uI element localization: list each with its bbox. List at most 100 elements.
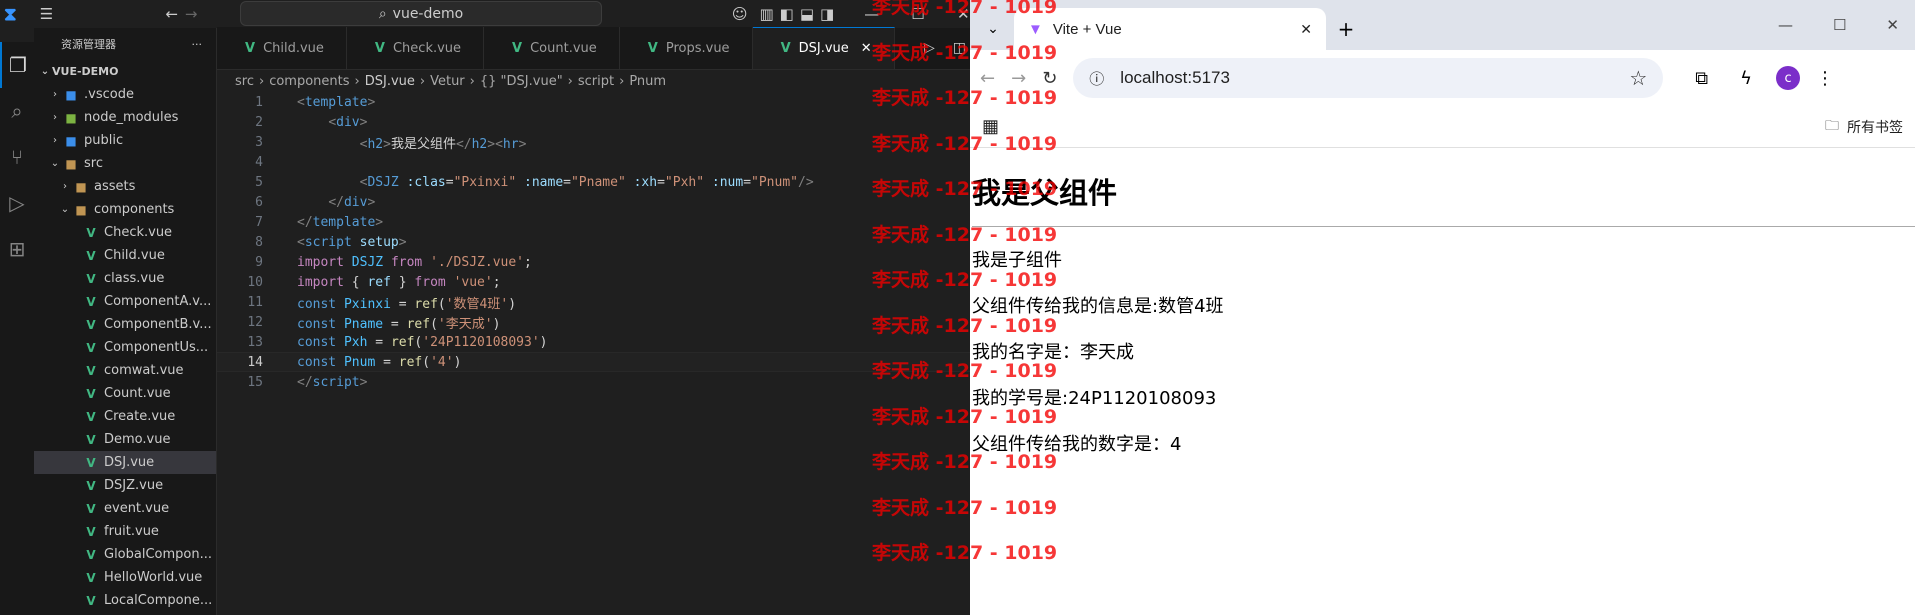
code-text: </template>: [263, 215, 383, 230]
tree-root[interactable]: ⌄ VUE-DEMO: [34, 60, 216, 83]
tab-search-icon[interactable]: ⌄: [978, 8, 1008, 50]
tree-item[interactable]: V DSJZ.vue: [34, 474, 216, 497]
tree-item[interactable]: V DSJ.vue: [34, 451, 216, 474]
extensions-icon[interactable]: ⧉: [1695, 68, 1708, 89]
tree-item[interactable]: V HelloWorld.vue: [34, 566, 216, 589]
toggle-sidebar-icon[interactable]: ◧: [780, 3, 794, 25]
editor-tab[interactable]: V Check.vue: [346, 27, 485, 69]
layout-icon[interactable]: ▥: [759, 3, 773, 25]
breadcrumb-item[interactable]: DSJ.vue: [365, 74, 415, 89]
editor-tab-label: Props.vue: [665, 40, 730, 56]
page-heading: 我是父组件: [972, 176, 1118, 210]
command-center[interactable]: ⌕ vue-demo: [240, 1, 602, 26]
tree-item[interactable]: › ■ assets: [34, 175, 216, 198]
close-window-icon[interactable]: ✕: [1886, 16, 1899, 34]
divider: [972, 226, 1915, 227]
code-line: 3 <h2>我是父组件</h2><hr>: [217, 132, 970, 152]
editor-tab[interactable]: V Count.vue: [484, 27, 620, 69]
vite-favicon-icon: ▼: [1028, 20, 1043, 38]
browser-toolbar: ← → ↻ ⓘ localhost:5173 ☆ ⧉ ϟ c ⋮: [970, 50, 1915, 106]
tree-item[interactable]: ⌄ ■ components: [34, 198, 216, 221]
tree-item[interactable]: Vclass.vue: [34, 267, 216, 290]
toggle-secondary-sidebar-icon[interactable]: ◨: [820, 3, 834, 25]
code-editor[interactable]: 1 <template> 2 <div> 3 <h2>我是父组件</h2><hr> 4 5…: [217, 92, 970, 392]
tree-item[interactable]: V LocalCompone...: [34, 589, 216, 612]
tree-item[interactable]: V Check.vue: [34, 221, 216, 244]
performance-icon[interactable]: ϟ: [1740, 68, 1752, 89]
vue-file-icon: V: [86, 478, 96, 493]
tree-item[interactable]: V ComponentA.v...: [34, 290, 216, 313]
editor-tab[interactable]: V Child.vue: [217, 27, 347, 69]
extensions-icon[interactable]: ⊞: [0, 226, 34, 272]
code-text: const Pnum = ref('4'): [263, 355, 461, 370]
search-view-icon[interactable]: ⌕: [0, 88, 34, 134]
toggle-panel-icon[interactable]: ⬓: [800, 3, 814, 25]
more-actions-icon[interactable]: ···: [192, 38, 203, 51]
tree-item[interactable]: Vfruit.vue: [34, 520, 216, 543]
split-editor-icon[interactable]: ◫: [953, 40, 966, 56]
address-bar[interactable]: ⓘ localhost:5173 ☆: [1073, 58, 1664, 98]
all-bookmarks[interactable]: 🗀 所有书签: [1825, 115, 1903, 139]
line-number: 9: [255, 254, 263, 270]
reload-icon[interactable]: ↻: [1042, 68, 1057, 89]
tree-item[interactable]: V Count.vue: [34, 382, 216, 405]
editor-tab[interactable]: V DSJ.vue ✕: [752, 27, 895, 69]
tree-item[interactable]: V Demo.vue: [34, 428, 216, 451]
tree-item[interactable]: V Create.vue: [34, 405, 216, 428]
tree-item[interactable]: ⌄ ■ src: [34, 152, 216, 175]
browser-menu-icon[interactable]: ⋮: [1816, 68, 1834, 89]
breadcrumb-item[interactable]: Pnum: [629, 74, 666, 89]
breadcrumb-item[interactable]: components: [269, 74, 349, 89]
back-arrow-icon[interactable]: ←: [980, 68, 995, 89]
menu-icon[interactable]: ☰: [40, 3, 53, 25]
forward-arrow-icon[interactable]: →: [185, 3, 198, 25]
browser-tab[interactable]: ▼ Vite + Vue ✕: [1014, 8, 1326, 50]
bookmark-star-icon[interactable]: ☆: [1629, 66, 1647, 91]
minimize-icon[interactable]: —: [1778, 16, 1793, 34]
code-token: '24P1120108093': [422, 334, 540, 350]
line-number: 7: [255, 214, 263, 230]
code-token: =: [657, 174, 665, 190]
tree-item[interactable]: V ComponentB.v...: [34, 313, 216, 336]
new-tab-icon[interactable]: +: [1326, 8, 1366, 50]
apps-grid-icon[interactable]: ▦: [982, 116, 999, 137]
breadcrumb-item[interactable]: {} "DSJ.vue": [480, 74, 563, 89]
source-control-icon[interactable]: ⑂: [0, 134, 34, 180]
maximize-icon[interactable]: ☐: [1833, 16, 1846, 34]
maximize-icon[interactable]: ☐: [911, 3, 924, 25]
close-tab-icon[interactable]: ✕: [1300, 21, 1312, 38]
minimize-icon[interactable]: —: [864, 3, 879, 25]
run-debug-icon[interactable]: ▷: [0, 180, 34, 226]
tree-item-label: src: [84, 156, 103, 171]
tree-item[interactable]: › ■ public: [34, 129, 216, 152]
tree-item[interactable]: V ComponentUs...: [34, 336, 216, 359]
vue-file-icon: V: [86, 363, 96, 378]
site-info-icon[interactable]: ⓘ: [1089, 68, 1104, 89]
vue-file-icon: V: [86, 294, 96, 309]
forward-arrow-icon[interactable]: →: [1011, 68, 1026, 89]
back-arrow-icon[interactable]: ←: [165, 3, 179, 25]
profile-avatar[interactable]: c: [1776, 66, 1801, 90]
close-window-icon[interactable]: ✕: [957, 3, 970, 25]
tree-item[interactable]: V Child.vue: [34, 244, 216, 267]
code-token: =: [383, 316, 407, 332]
close-tab-icon[interactable]: ✕: [861, 41, 872, 56]
tree-item[interactable]: V GlobalCompon...: [34, 543, 216, 566]
breadcrumb-item[interactable]: script: [578, 74, 614, 89]
tree-item[interactable]: Vevent.vue: [34, 497, 216, 520]
explorer-icon[interactable]: ❐: [0, 42, 34, 88]
tree-item-label: DSJZ.vue: [104, 478, 164, 493]
run-icon[interactable]: ▷: [924, 40, 935, 56]
line-number: 8: [255, 234, 263, 250]
line-number: 5: [255, 174, 263, 190]
editor-tab[interactable]: V Props.vue: [619, 27, 753, 69]
tree-item[interactable]: › ■ .vscode: [34, 83, 216, 106]
tree-item[interactable]: › ■ node_modules: [34, 106, 216, 129]
copilot-icon[interactable]: ☺: [732, 3, 748, 25]
tree-item[interactable]: Vcomwat.vue: [34, 359, 216, 382]
code-token: <: [297, 94, 305, 110]
breadcrumb-item[interactable]: src: [235, 74, 254, 89]
breadcrumb-item[interactable]: Vetur: [430, 74, 465, 89]
